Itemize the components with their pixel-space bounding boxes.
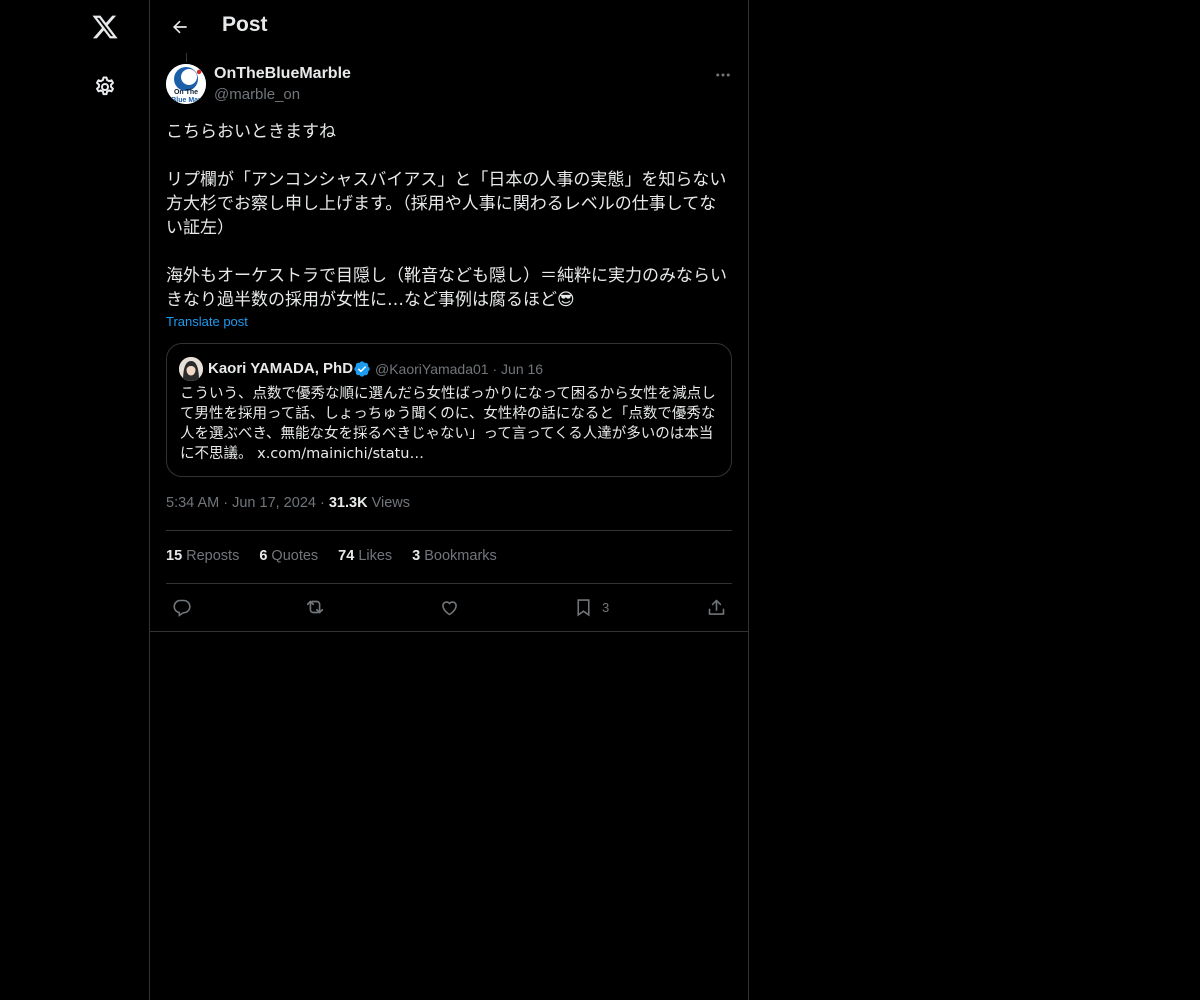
- quote-text: こういう、点数で優秀な順に選んだら女性ばっかりになって困るから女性を減点して男性…: [180, 386, 716, 462]
- post-date[interactable]: Jun 17, 2024: [232, 495, 316, 511]
- post-paragraph: 海外もオーケストラで目隠し（靴音なども隠し）＝純粋に実力のみならいきなり過半数の…: [166, 266, 727, 310]
- verified-badge-icon: [353, 360, 371, 378]
- quoted-post[interactable]: Kaori YAMADA, PhD @KaoriYamada01 · Jun 1…: [166, 343, 732, 477]
- action-bar: 3: [166, 594, 732, 620]
- gear-icon[interactable]: [82, 64, 128, 110]
- thread-connector: [186, 53, 187, 62]
- engagement-stats: 15 Reposts 6 Quotes 74 Likes 3 Bookmarks: [166, 548, 497, 564]
- bookmark-button[interactable]: 3: [573, 594, 609, 620]
- separator-dot: ·: [319, 495, 329, 511]
- bookmark-icon: [577, 598, 590, 616]
- stat-reposts[interactable]: 15 Reposts: [166, 548, 239, 564]
- separator-dot: ·: [492, 361, 502, 377]
- divider: [166, 530, 732, 531]
- stat-label: Quotes: [271, 548, 319, 564]
- post-meta: 5:34 AM · Jun 17, 2024 · 31.3K Views: [166, 495, 410, 511]
- quote-avatar[interactable]: [179, 357, 203, 381]
- arrow-left-icon[interactable]: [160, 7, 200, 47]
- post-paragraph: こちらおいときますね: [166, 122, 336, 142]
- bookmark-count: 3: [602, 599, 610, 615]
- stat-bookmarks[interactable]: 3 Bookmarks: [412, 548, 497, 564]
- stat-count: 74: [338, 548, 355, 564]
- stat-count: 15: [166, 548, 183, 564]
- svg-text:Blue Mar: Blue Mar: [171, 97, 201, 104]
- stat-label: Likes: [358, 548, 393, 564]
- post-paragraph: リプ欄が「アンコンシャスバイアス」と「日本の人事の実態」を知らない方大杉でお察し…: [166, 170, 727, 238]
- quote-author-handle: @KaoriYamada01: [375, 361, 489, 377]
- divider: [166, 583, 732, 584]
- stat-label: Bookmarks: [424, 548, 497, 564]
- post-time[interactable]: 5:34 AM: [166, 495, 219, 511]
- author-name[interactable]: OnTheBlueMarble: [214, 65, 351, 83]
- quote-meta: @KaoriYamada01 · Jun 16: [375, 361, 543, 377]
- views-count: 31.3K: [328, 495, 368, 511]
- page-header: Post: [150, 0, 748, 53]
- page-title: Post: [222, 13, 268, 36]
- stat-count: 3: [412, 548, 421, 564]
- stat-count: 6: [259, 548, 268, 564]
- reply-icon[interactable]: [171, 594, 192, 620]
- author-handle[interactable]: @marble_on: [214, 86, 300, 103]
- svg-text:On The: On The: [174, 89, 198, 96]
- quote-date[interactable]: Jun 16: [501, 361, 543, 377]
- repost-icon[interactable]: [304, 594, 326, 620]
- share-icon[interactable]: [706, 594, 727, 620]
- stat-label: Reposts: [186, 548, 240, 564]
- translate-post-link[interactable]: Translate post: [166, 314, 248, 329]
- post-text: こちらおいときますね リプ欄が「アンコンシャスバイアス」と「日本の人事の実態」を…: [166, 120, 732, 312]
- stat-quotes[interactable]: 6 Quotes: [259, 548, 318, 564]
- avatar[interactable]: On The Blue Mar: [166, 64, 206, 104]
- views-label: Views: [371, 495, 410, 511]
- separator-dot: ·: [223, 495, 233, 511]
- divider: [150, 631, 748, 632]
- x-logo-icon[interactable]: [82, 4, 128, 50]
- post-detail-column: Post On The Blue Mar OnTheBlueMarble @ma…: [149, 0, 749, 1000]
- like-icon[interactable]: [439, 594, 460, 620]
- more-options-icon[interactable]: [708, 64, 738, 86]
- left-nav: [0, 0, 149, 1000]
- stat-likes[interactable]: 74 Likes: [338, 548, 392, 564]
- quote-author-name: Kaori YAMADA, PhD: [208, 360, 354, 377]
